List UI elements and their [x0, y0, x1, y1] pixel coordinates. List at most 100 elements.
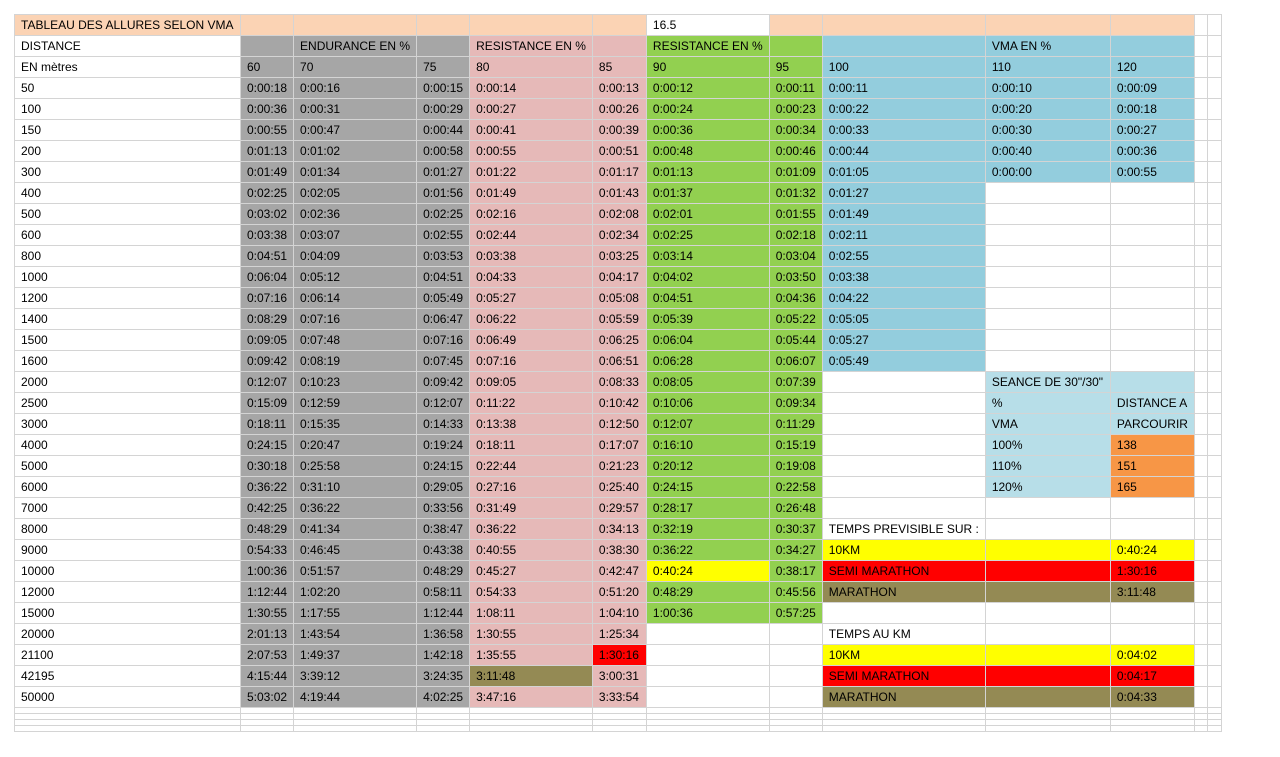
distance-cell[interactable]: 4000	[14, 434, 241, 456]
empty-cell[interactable]	[1206, 182, 1222, 204]
distance-cell[interactable]: 12000	[14, 581, 241, 603]
time-cell[interactable]: 4:02:25	[416, 686, 471, 708]
time-cell[interactable]: 0:01:49	[239, 161, 295, 183]
time-cell[interactable]: 0:00:58	[416, 140, 471, 162]
distance-cell[interactable]: 200	[14, 140, 241, 162]
time-cell[interactable]: 0:51:57	[293, 560, 418, 582]
time-cell[interactable]: 0:00:33	[821, 119, 986, 141]
time-cell[interactable]: 0:18:11	[469, 434, 593, 456]
time-cell[interactable]: 0:01:13	[239, 140, 295, 162]
empty-cell[interactable]	[1193, 182, 1208, 204]
empty-cell[interactable]	[1193, 308, 1208, 330]
time-cell[interactable]: 1:04:10	[591, 602, 647, 624]
percent-header[interactable]: 90	[645, 56, 770, 78]
time-cell[interactable]: 0:02:05	[293, 182, 418, 204]
empty-cell[interactable]	[1193, 329, 1208, 351]
empty-cell[interactable]	[984, 224, 1111, 246]
prediction-title[interactable]: TEMPS PREVISIBLE SUR :	[821, 518, 986, 540]
empty-cell[interactable]	[984, 287, 1111, 309]
seance-pct[interactable]: 100%	[984, 434, 1111, 456]
time-cell[interactable]: 0:00:30	[984, 119, 1111, 141]
time-cell[interactable]: 0:03:38	[821, 266, 986, 288]
empty-cell[interactable]	[1206, 329, 1222, 351]
empty-cell[interactable]	[1206, 98, 1222, 120]
time-cell[interactable]: 0:01:55	[768, 203, 823, 225]
empty-cell[interactable]	[1193, 350, 1208, 372]
time-cell[interactable]: 0:43:38	[416, 539, 471, 561]
time-cell[interactable]: 0:58:11	[416, 581, 471, 603]
empty-cell[interactable]	[984, 182, 1111, 204]
time-cell[interactable]: 0:00:41	[469, 119, 593, 141]
time-cell[interactable]: 0:05:59	[591, 308, 647, 330]
time-cell[interactable]: 1:00:36	[239, 560, 295, 582]
distance-cell[interactable]: 1600	[14, 350, 241, 372]
time-cell[interactable]: 0:28:17	[645, 497, 770, 519]
time-cell[interactable]: 0:06:51	[591, 350, 647, 372]
percent-header[interactable]: 100	[821, 56, 986, 78]
empty-cell[interactable]	[1193, 161, 1208, 183]
empty-cell[interactable]	[1206, 350, 1222, 372]
time-cell[interactable]: 0:06:04	[239, 266, 295, 288]
time-cell[interactable]: 0:29:05	[416, 476, 471, 498]
time-cell[interactable]: 0:06:07	[768, 350, 823, 372]
empty-cell[interactable]	[1193, 413, 1208, 435]
empty-cell[interactable]	[821, 455, 986, 477]
empty-cell[interactable]	[1206, 560, 1222, 582]
time-cell[interactable]: 0:00:12	[645, 77, 770, 99]
empty-cell[interactable]	[1193, 119, 1208, 141]
time-cell[interactable]: 0:07:16	[239, 287, 295, 309]
time-cell[interactable]: 0:09:05	[469, 371, 593, 393]
empty-cell[interactable]	[1193, 581, 1208, 603]
prediction-label[interactable]: 10KM	[821, 539, 986, 561]
time-cell[interactable]: 0:00:36	[239, 98, 295, 120]
time-cell[interactable]: 0:33:56	[416, 497, 471, 519]
time-cell[interactable]: 3:24:35	[416, 665, 471, 687]
time-cell[interactable]: 0:03:53	[416, 245, 471, 267]
empty-cell[interactable]	[821, 497, 986, 519]
time-cell[interactable]: 0:01:34	[293, 161, 418, 183]
empty-cell[interactable]	[14, 725, 241, 732]
time-cell[interactable]: 0:00:14	[469, 77, 593, 99]
vma-header[interactable]: VMA EN %	[984, 35, 1111, 57]
time-cell[interactable]: 0:00:16	[293, 77, 418, 99]
distance-cell[interactable]: 42195	[14, 665, 241, 687]
percent-header[interactable]: 120	[1109, 56, 1195, 78]
empty-cell[interactable]	[1206, 623, 1222, 645]
empty-cell[interactable]	[821, 476, 986, 498]
empty-cell[interactable]	[821, 14, 986, 36]
time-cell[interactable]: 0:05:22	[768, 308, 823, 330]
empty-cell[interactable]	[1193, 371, 1208, 393]
time-cell[interactable]: 0:36:22	[645, 539, 770, 561]
time-cell[interactable]: 0:08:19	[293, 350, 418, 372]
time-cell[interactable]: 0:02:16	[469, 203, 593, 225]
time-cell[interactable]: 0:10:06	[645, 392, 770, 414]
empty-cell[interactable]	[1109, 497, 1195, 519]
empty-cell[interactable]	[1206, 140, 1222, 162]
pace-per-km-title[interactable]: TEMPS AU KM	[821, 623, 986, 645]
time-cell[interactable]: 0:04:36	[768, 287, 823, 309]
time-cell[interactable]: 0:40:55	[469, 539, 593, 561]
time-cell[interactable]: 0:15:09	[239, 392, 295, 414]
seance-distance[interactable]: 151	[1109, 455, 1195, 477]
time-cell[interactable]: 0:42:47	[591, 560, 647, 582]
time-cell[interactable]: 0:00:18	[1109, 98, 1195, 120]
empty-cell[interactable]	[645, 644, 770, 666]
time-cell[interactable]: 0:00:40	[984, 140, 1111, 162]
time-cell[interactable]: 0:01:37	[645, 182, 770, 204]
time-cell[interactable]: 0:07:16	[416, 329, 471, 351]
percent-header[interactable]: 110	[984, 56, 1111, 78]
time-cell[interactable]: 0:03:04	[768, 245, 823, 267]
empty-cell[interactable]	[591, 35, 647, 57]
empty-cell[interactable]	[1109, 245, 1195, 267]
empty-cell[interactable]	[1193, 14, 1208, 36]
empty-cell[interactable]	[1206, 245, 1222, 267]
distance-cell[interactable]: 400	[14, 182, 241, 204]
time-cell[interactable]: 3:11:48	[469, 665, 593, 687]
time-cell[interactable]: 0:01:49	[469, 182, 593, 204]
time-cell[interactable]: 3:00:31	[591, 665, 647, 687]
sheet-title[interactable]: TABLEAU DES ALLURES SELON VMA	[14, 14, 241, 36]
distance-cell[interactable]: 500	[14, 203, 241, 225]
time-cell[interactable]: 0:10:42	[591, 392, 647, 414]
empty-cell[interactable]	[984, 686, 1111, 708]
time-cell[interactable]: 0:06:04	[645, 329, 770, 351]
